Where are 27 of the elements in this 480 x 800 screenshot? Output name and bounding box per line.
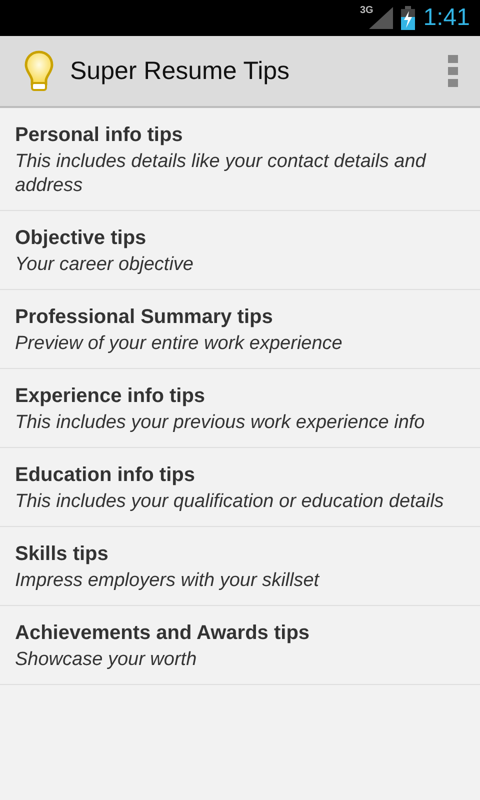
list-item[interactable]: Achievements and Awards tips Showcase your worth [0,606,480,685]
item-title: Experience info tips [15,384,206,409]
lightbulb-icon [24,50,54,92]
item-title: Personal info tips [15,123,184,148]
network-type: 3G [360,5,374,16]
list-item[interactable]: Objective tips Your career objective [0,211,480,290]
item-description: This includes your previous work experience info [15,411,426,435]
item-title: Objective tips [15,226,148,251]
item-title: Achievements and Awards tips [15,621,311,646]
clock-time: 1:41 [423,4,470,32]
overflow-menu-icon[interactable] [448,55,458,87]
item-description: Your career objective [15,253,194,277]
item-title: Education info tips [15,463,196,488]
item-description: This includes your qualification or education details [15,490,445,514]
list-item[interactable]: Personal info tips This includes details like your contact details and address [0,108,480,211]
item-title: Professional Summary tips [15,305,274,330]
battery-charging-icon [401,6,416,30]
list-item[interactable]: Experience info tips This includes your previous work experience info [0,369,480,448]
list-item[interactable]: Education info tips This includes your qualification or education details [0,448,480,527]
list-item[interactable]: Professional Summary tips Preview of your entire work experience [0,290,480,369]
item-title: Skills tips [15,542,110,567]
item-description: Preview of your entire work experience [15,332,344,356]
item-description: Showcase your worth [15,648,198,672]
item-description: Impress employers with your skillset [15,569,321,593]
item-description: This includes details like your contact details and address [15,150,428,198]
app-title: Super Resume Tips [70,56,291,86]
list-item[interactable]: Skills tips Impress employers with your skillset [0,527,480,606]
